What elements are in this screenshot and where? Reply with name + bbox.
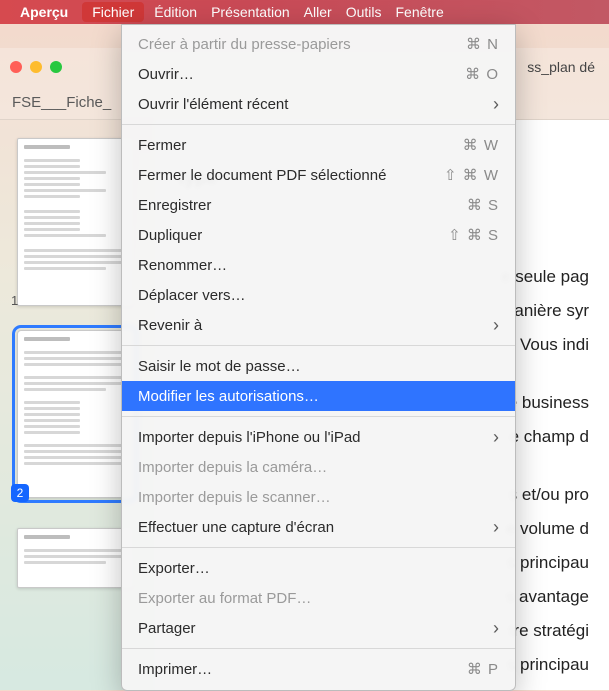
chevron-right-icon: ›	[493, 517, 499, 538]
chevron-right-icon: ›	[493, 618, 499, 639]
menu-edit-permissions[interactable]: Modifier les autorisations…	[122, 381, 515, 411]
menu-open[interactable]: Ouvrir… ⌘ O	[122, 59, 515, 89]
menubar-item-aller[interactable]: Aller	[304, 4, 332, 20]
menu-share[interactable]: Partager ›	[122, 613, 515, 643]
minimize-window-button[interactable]	[30, 61, 42, 73]
menu-separator	[122, 648, 515, 649]
menubar-app-name[interactable]: Aperçu	[20, 4, 68, 20]
menu-rename[interactable]: Renommer…	[122, 250, 515, 280]
thumbnail-badge: 2	[11, 484, 29, 502]
shortcut-label: ⌘ P	[467, 660, 499, 678]
menu-close-pdf[interactable]: Fermer le document PDF sélectionné ⇧ ⌘ W	[122, 160, 515, 190]
menu-import-camera: Importer depuis la caméra…	[122, 452, 515, 482]
thumbnail-page-2[interactable]: 2	[17, 330, 133, 498]
menu-open-recent[interactable]: Ouvrir l'élément récent ›	[122, 89, 515, 119]
menubar-item-file[interactable]: Fichier	[82, 2, 144, 22]
menu-separator	[122, 416, 515, 417]
menu-separator	[122, 345, 515, 346]
menu-duplicate[interactable]: Dupliquer ⇧ ⌘ S	[122, 220, 515, 250]
menu-close[interactable]: Fermer ⌘ W	[122, 130, 515, 160]
shortcut-label: ⇧ ⌘ S	[448, 226, 499, 244]
menu-save[interactable]: Enregistrer ⌘ S	[122, 190, 515, 220]
shortcut-label: ⌘ S	[467, 196, 499, 214]
shortcut-label: ⌘ N	[466, 35, 499, 53]
menubar-item-edition[interactable]: Édition	[154, 4, 197, 20]
window-title: ss_plan dé	[527, 59, 595, 75]
thumbnail-page-3[interactable]	[17, 528, 133, 588]
menu-screenshot[interactable]: Effectuer une capture d'écran ›	[122, 512, 515, 542]
menu-enter-password[interactable]: Saisir le mot de passe…	[122, 351, 515, 381]
file-menu: Créer à partir du presse-papiers ⌘ N Ouv…	[121, 24, 516, 691]
menu-import-iphone[interactable]: Importer depuis l'iPhone ou l'iPad ›	[122, 422, 515, 452]
file-path-text: FSE___Fiche_	[12, 94, 111, 111]
chevron-right-icon: ›	[493, 315, 499, 336]
menu-import-scanner: Importer depuis le scanner…	[122, 482, 515, 512]
menu-create-from-clipboard: Créer à partir du presse-papiers ⌘ N	[122, 29, 515, 59]
menubar: Aperçu Fichier Édition Présentation Alle…	[0, 0, 609, 24]
menubar-item-outils[interactable]: Outils	[346, 4, 382, 20]
traffic-lights	[10, 61, 62, 73]
menu-revert-to[interactable]: Revenir à ›	[122, 310, 515, 340]
menu-print[interactable]: Imprimer… ⌘ P	[122, 654, 515, 684]
thumbnail-page-1[interactable]: 1	[17, 138, 133, 306]
menu-move-to[interactable]: Déplacer vers…	[122, 280, 515, 310]
menu-separator	[122, 547, 515, 548]
menu-export[interactable]: Exporter…	[122, 553, 515, 583]
thumbnail-page-number: 1	[11, 293, 18, 308]
shortcut-label: ⇧ ⌘ W	[444, 166, 499, 184]
menubar-item-presentation[interactable]: Présentation	[211, 4, 290, 20]
chevron-right-icon: ›	[493, 94, 499, 115]
close-window-button[interactable]	[10, 61, 22, 73]
zoom-window-button[interactable]	[50, 61, 62, 73]
chevron-right-icon: ›	[493, 427, 499, 448]
menu-separator	[122, 124, 515, 125]
menu-export-pdf: Exporter au format PDF…	[122, 583, 515, 613]
shortcut-label: ⌘ W	[463, 136, 499, 154]
shortcut-label: ⌘ O	[465, 65, 499, 83]
menubar-item-fenetre[interactable]: Fenêtre	[395, 4, 443, 20]
